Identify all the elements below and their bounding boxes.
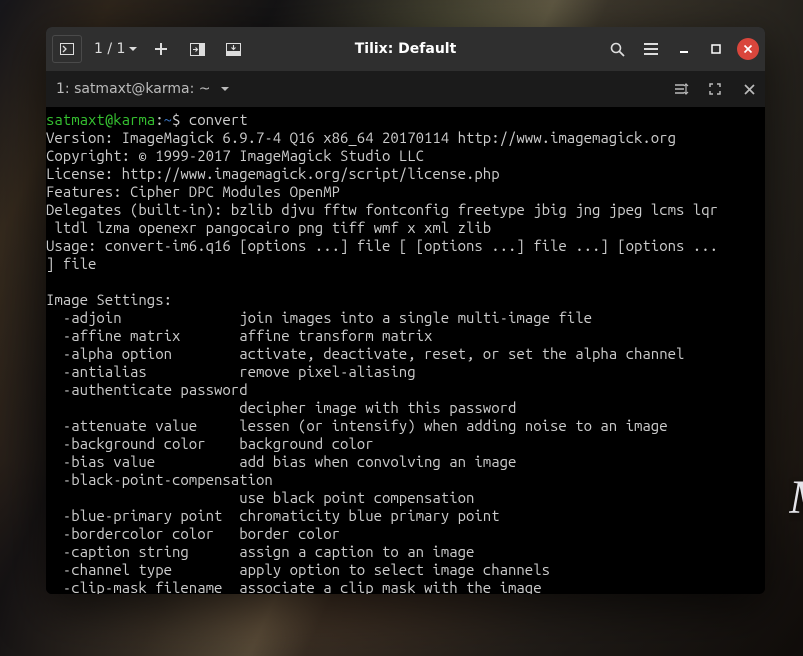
search-button[interactable] bbox=[605, 42, 629, 57]
close-pane-button[interactable] bbox=[739, 79, 759, 99]
titlebar-right bbox=[605, 38, 759, 60]
prompt-sep: : bbox=[155, 111, 163, 128]
minimize-button[interactable] bbox=[673, 38, 695, 60]
prompt-command: convert bbox=[189, 111, 248, 128]
chevron-down-icon bbox=[221, 87, 229, 92]
terminal-tab-bar: 1: satmaxt@karma: ~ bbox=[46, 71, 765, 107]
titlebar: 1 / 1 Tilix: Default bbox=[46, 27, 765, 71]
tilix-window: 1 / 1 Tilix: Default bbox=[46, 27, 765, 594]
chevron-down-icon bbox=[129, 47, 137, 52]
terminal-pane[interactable]: satmaxt@karma:~$ convert Version: ImageM… bbox=[46, 107, 765, 594]
split-down-button[interactable] bbox=[221, 43, 245, 56]
sync-scroll-button[interactable] bbox=[671, 79, 691, 99]
session-ratio[interactable]: 1 / 1 bbox=[94, 41, 137, 57]
maximize-pane-button[interactable] bbox=[705, 79, 725, 99]
close-window-button[interactable] bbox=[737, 38, 759, 60]
session-ratio-label: 1 / 1 bbox=[94, 41, 125, 57]
menu-button[interactable] bbox=[639, 43, 663, 55]
maximize-button[interactable] bbox=[705, 38, 727, 60]
terminal-output: Version: ImageMagick 6.9.7-4 Q16 x86_64 … bbox=[46, 129, 718, 594]
prompt-path: ~ bbox=[164, 111, 172, 128]
desktop-overlay-glyph: M bbox=[789, 474, 803, 530]
terminal-tab-label: 1: satmaxt@karma: ~ bbox=[56, 81, 211, 97]
terminal-icon[interactable] bbox=[52, 35, 82, 63]
terminal-tab-controls bbox=[671, 79, 759, 99]
terminal-tab[interactable]: 1: satmaxt@karma: ~ bbox=[52, 81, 229, 97]
split-right-button[interactable] bbox=[185, 43, 209, 56]
titlebar-left: 1 / 1 bbox=[52, 35, 245, 63]
prompt-user: satmaxt@karma bbox=[46, 111, 155, 128]
add-terminal-button[interactable] bbox=[149, 42, 173, 56]
